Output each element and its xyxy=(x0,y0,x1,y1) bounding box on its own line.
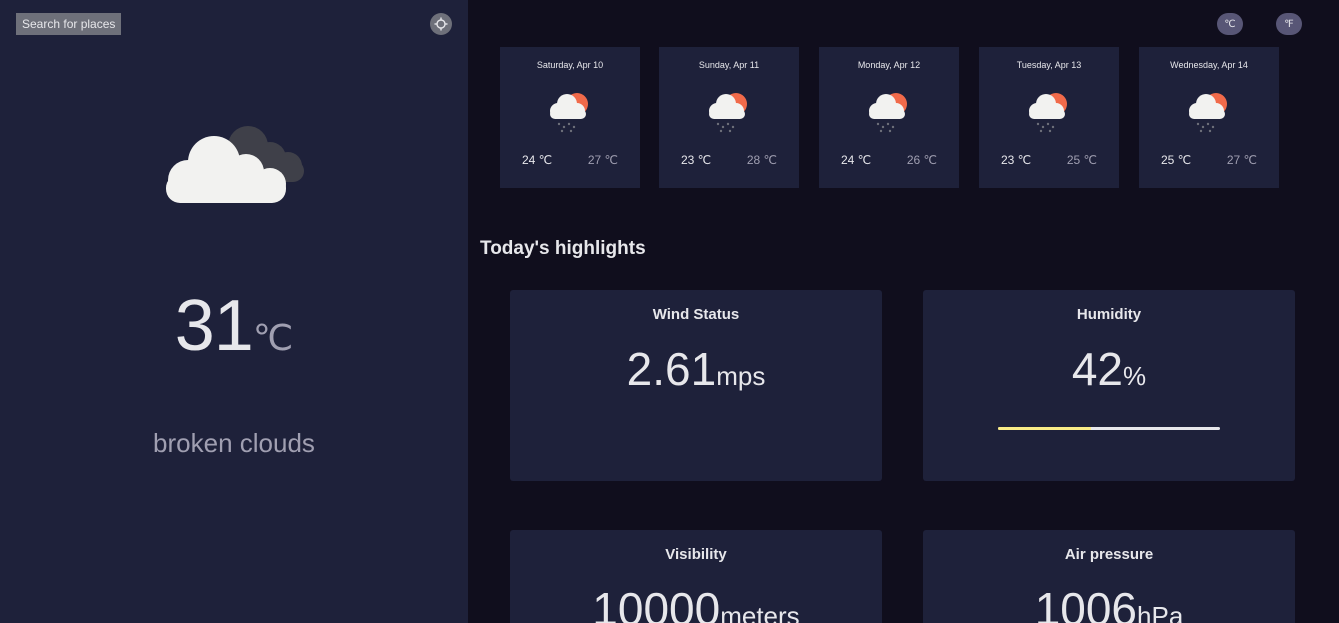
humidity-number: 42 xyxy=(1071,343,1124,395)
forecast-temp-min: 26 ℃ xyxy=(906,153,937,167)
crosshair-icon xyxy=(434,17,448,31)
forecast-temp-min: 27 ℃ xyxy=(587,153,618,167)
weather-description: broken clouds xyxy=(153,428,315,458)
visibility-card: Visibility 10000meters xyxy=(510,530,882,623)
rain-sun-icon xyxy=(865,87,913,133)
forecast-temp-max: 24 ℃ xyxy=(522,153,553,167)
forecast-card: Wednesday, Apr 14 25 ℃ 27 ℃ xyxy=(1139,47,1279,188)
forecast-date: Saturday, Apr 10 xyxy=(536,60,604,70)
humidity-progress-fill xyxy=(998,427,1092,430)
wind-speed-number: 2.61 xyxy=(626,343,717,395)
locate-button[interactable] xyxy=(430,13,452,35)
rain-sun-icon xyxy=(1185,87,1233,133)
humidity-label: Humidity xyxy=(1076,306,1142,323)
fahrenheit-toggle[interactable]: ℉ xyxy=(1276,13,1302,35)
air-pressure-value: 1006hPa xyxy=(923,582,1295,623)
humidity-unit: % xyxy=(1123,361,1147,391)
rain-sun-icon xyxy=(705,87,753,133)
humidity-card: Humidity 42% xyxy=(923,290,1295,481)
current-temperature: 31℃ xyxy=(0,285,468,367)
current-temp-value: 31 xyxy=(174,286,254,366)
humidity-value: 42% xyxy=(923,342,1295,396)
cloud-icon xyxy=(166,126,304,203)
forecast-card: Monday, Apr 12 24 ℃ 26 ℃ xyxy=(819,47,959,188)
celsius-toggle[interactable]: ℃ xyxy=(1217,13,1243,35)
search-places-button[interactable]: Search for places xyxy=(16,13,122,35)
forecast-temp-max: 23 ℃ xyxy=(681,153,712,167)
visibility-unit: meters xyxy=(720,601,800,623)
visibility-number: 10000 xyxy=(592,583,721,623)
forecast-card: Saturday, Apr 10 24 ℃ 27 ℃ xyxy=(500,47,640,188)
forecast-card: Tuesday, Apr 13 23 ℃ 25 ℃ xyxy=(979,47,1119,188)
current-weather-panel: Search for places 31℃ broken clouds xyxy=(0,0,468,623)
air-pressure-unit: hPa xyxy=(1137,601,1184,623)
air-pressure-label: Air pressure xyxy=(1064,546,1154,563)
forecast-date: Monday, Apr 12 xyxy=(857,60,921,70)
forecast-date: Wednesday, Apr 14 xyxy=(1170,60,1248,70)
wind-status-label: Wind Status xyxy=(652,306,740,323)
rain-sun-icon xyxy=(546,87,594,133)
forecast-date: Tuesday, Apr 13 xyxy=(1016,60,1082,70)
forecast-temp-min: 28 ℃ xyxy=(746,153,777,167)
wind-status-card: Wind Status 2.61mps xyxy=(510,290,882,481)
highlights-title: Today's highlights xyxy=(480,238,646,259)
forecast-temp-max: 24 ℃ xyxy=(841,153,872,167)
rain-sun-icon xyxy=(1025,87,1073,133)
forecast-temp-max: 25 ℃ xyxy=(1161,153,1192,167)
visibility-label: Visibility xyxy=(665,546,727,563)
forecast-temp-max: 23 ℃ xyxy=(1001,153,1032,167)
humidity-progress-bar xyxy=(998,427,1220,430)
visibility-value: 10000meters xyxy=(510,582,882,623)
forecast-temp-min: 25 ℃ xyxy=(1066,153,1097,167)
wind-speed-unit: mps xyxy=(716,361,766,391)
current-temp-unit: ℃ xyxy=(252,318,294,358)
air-pressure-card: Air pressure 1006hPa xyxy=(923,530,1295,623)
forecast-temp-min: 27 ℃ xyxy=(1226,153,1257,167)
wind-status-value: 2.61mps xyxy=(510,342,882,396)
forecast-date: Sunday, Apr 11 xyxy=(698,60,760,70)
forecast-card: Sunday, Apr 11 23 ℃ 28 ℃ xyxy=(659,47,799,188)
air-pressure-number: 1006 xyxy=(1034,583,1138,623)
